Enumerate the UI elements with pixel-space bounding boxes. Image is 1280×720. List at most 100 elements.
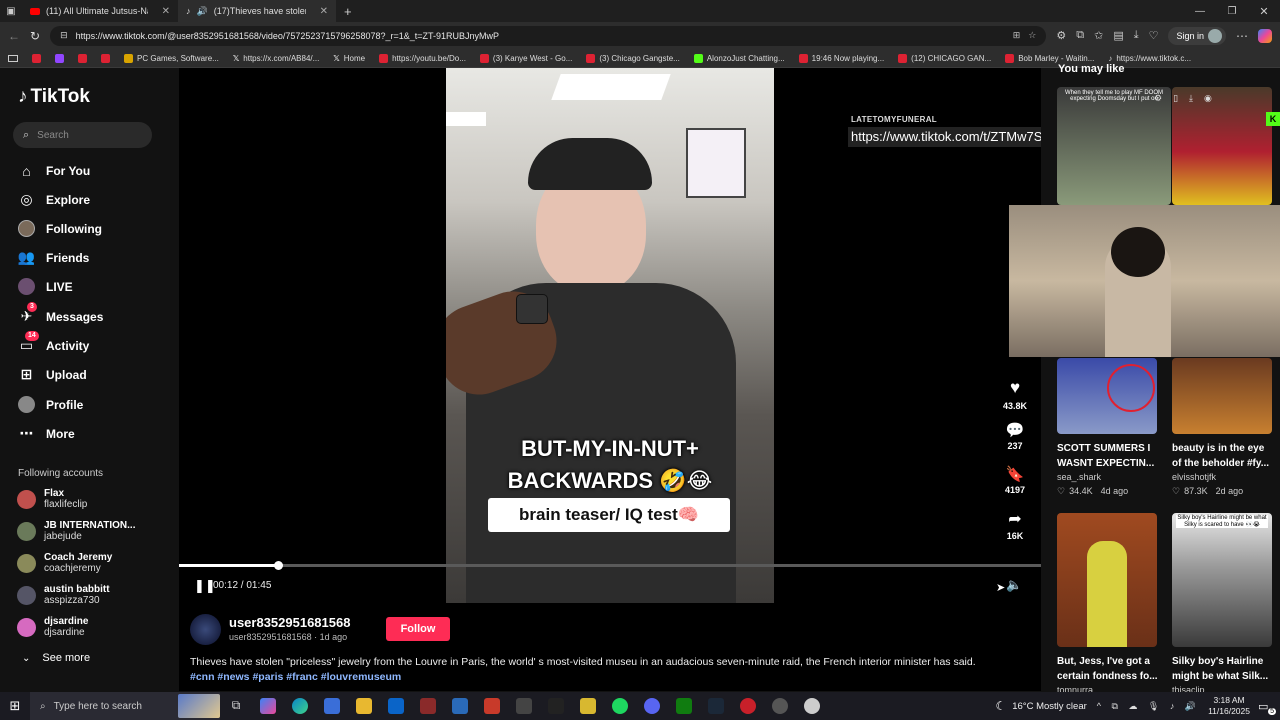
back-icon[interactable]: ← — [8, 29, 20, 43]
author-avatar[interactable] — [190, 614, 221, 645]
record-icon[interactable]: ◉ — [1204, 93, 1212, 104]
performance-icon[interactable]: ♡ — [1149, 29, 1159, 42]
recommended-thumbnail[interactable]: When they tell me to play MF DOOM expect… — [1057, 87, 1171, 205]
account-item[interactable]: Flax flaxlifeclip — [17, 488, 87, 510]
account-item[interactable]: djsardine djsardine — [17, 616, 88, 638]
recommended-author[interactable]: elvisshotjfk — [1172, 472, 1216, 482]
weather-text[interactable]: 16°C Mostly clear — [1012, 701, 1087, 712]
recommended-title[interactable]: Silky boy's Hairline might be what Silk.… — [1172, 654, 1276, 684]
nav-upload[interactable]: ⊞ Upload — [18, 366, 87, 383]
maximize-button[interactable]: ❐ — [1216, 6, 1248, 17]
nav-friends[interactable]: 👥 Friends — [18, 249, 90, 266]
download-icon[interactable]: ⤓ — [1189, 93, 1193, 104]
spotify-icon[interactable] — [612, 698, 628, 714]
author-username[interactable]: user8352951681568 — [229, 615, 350, 630]
speaker-icon[interactable]: 🔊 — [197, 6, 208, 17]
search-input[interactable]: ⌕ Search — [13, 122, 152, 148]
settings-icon[interactable]: ⚙ — [1154, 93, 1162, 104]
phone-icon[interactable]: ▯ — [1173, 93, 1178, 104]
bookmark-item[interactable]: (12) CHICAGO GAN... — [898, 53, 991, 63]
bookmark-item[interactable]: PC Games, Software... — [124, 53, 219, 63]
nav-activity[interactable]: ▭ 14 Activity — [18, 331, 89, 354]
game-app-icon[interactable] — [420, 698, 436, 714]
app-icon[interactable] — [804, 698, 820, 714]
extensions-icon[interactable]: ⚙ — [1056, 29, 1066, 42]
app-icon[interactable] — [548, 698, 564, 714]
bookmark-item[interactable]: https://youtu.be/Do... — [379, 53, 466, 63]
bookmark-button[interactable]: 🔖 4197 — [995, 465, 1035, 495]
youtube-bookmark-icon[interactable] — [32, 53, 41, 63]
edge-icon[interactable] — [292, 698, 308, 714]
recommended-title[interactable]: But, Jess, I've got a certain fondness f… — [1057, 654, 1161, 684]
bookmark-item[interactable]: 19:46 Now playing... — [798, 53, 884, 63]
copilot-icon[interactable] — [1258, 28, 1272, 43]
twitch-bookmark-icon[interactable] — [55, 53, 64, 63]
nav-explore[interactable]: ◎ Explore — [18, 191, 90, 208]
youtube-bookmark-icon[interactable] — [101, 53, 110, 63]
tab-actions-icon[interactable]: ▣ — [0, 0, 22, 22]
task-view-icon[interactable]: ⧉ — [228, 698, 244, 714]
copilot-icon[interactable] — [260, 698, 276, 714]
windows-start-icon[interactable]: ⊞ — [0, 698, 30, 714]
nav-live[interactable]: LIVE — [18, 278, 73, 295]
file-explorer-icon[interactable] — [356, 698, 372, 714]
app-icon[interactable] — [484, 698, 500, 714]
nav-following[interactable]: Following — [18, 220, 102, 237]
sign-in-button[interactable]: Sign in — [1168, 26, 1226, 45]
outlook-icon[interactable] — [388, 698, 404, 714]
volume-icon[interactable]: 🔈 — [1006, 577, 1022, 593]
discord-icon[interactable] — [644, 698, 660, 714]
account-item[interactable]: austin babbitt asspizza730 — [17, 584, 110, 606]
app-icon[interactable] — [516, 698, 532, 714]
bookmark-folder-icon[interactable] — [8, 54, 18, 62]
steam-icon[interactable] — [708, 698, 724, 714]
bookmark-item[interactable]: (3) Kanye West - Go... — [479, 53, 572, 63]
bookmark-item[interactable]: ♪ https://www.tiktok.c... — [1108, 54, 1191, 63]
progress-track[interactable] — [179, 564, 1041, 567]
like-button[interactable]: ♥ 43.8K — [995, 378, 1035, 411]
close-window-button[interactable]: ✕ — [1248, 5, 1280, 18]
bookmark-item[interactable]: 𝕏https://x.com/AB84/... — [233, 54, 319, 63]
recommended-thumbnail[interactable] — [1172, 87, 1272, 205]
close-tab-icon[interactable]: ✕ — [320, 6, 328, 17]
recommended-thumbnail[interactable]: Silky boy's Hairline might be what Silky… — [1172, 513, 1272, 647]
post-hashtags[interactable]: #cnn #news #paris #franc #louvremuseum — [190, 671, 401, 683]
nav-profile[interactable]: Profile — [18, 396, 83, 413]
app-icon[interactable] — [772, 698, 788, 714]
bookmark-item[interactable]: 𝕏 Home — [333, 54, 365, 63]
account-item[interactable]: Coach Jeremy coachjeremy — [17, 552, 112, 574]
tab-naruto[interactable]: (11) All Ultimate Jutsus-Naruto U ✕ — [22, 0, 178, 22]
notification-icon[interactable]: ▭ 5 — [1258, 700, 1276, 715]
app-icon[interactable] — [580, 698, 596, 714]
recommended-thumbnail[interactable] — [1057, 513, 1157, 647]
close-tab-icon[interactable]: ✕ — [162, 6, 170, 17]
video-player-area[interactable]: BUT-MY-IN-NUT+ BACKWARDS 🤣😂 brain teaser… — [179, 68, 1080, 691]
store-icon[interactable] — [324, 698, 340, 714]
nav-for-you[interactable]: ⌂ For You — [18, 162, 90, 179]
refresh-icon[interactable]: ↻ — [30, 29, 40, 43]
collections-icon[interactable]: ▤ — [1113, 29, 1123, 42]
more-options-icon[interactable]: ⋯ — [1236, 29, 1248, 43]
clock[interactable]: 3:18 AM 11/16/2025 — [1208, 695, 1250, 717]
follow-button[interactable]: Follow — [386, 617, 450, 641]
see-more-button[interactable]: ⌄ See more — [22, 652, 90, 664]
video-frame[interactable]: BUT-MY-IN-NUT+ BACKWARDS 🤣😂 brain teaser… — [446, 68, 774, 603]
tab-tiktok[interactable]: ♪ 🔊 (17)Thieves have stolen "pric ✕ — [178, 0, 336, 22]
downloads-icon[interactable]: ⤓ — [1134, 29, 1139, 42]
comment-button[interactable]: 💬 237 — [995, 421, 1035, 451]
tray-icons[interactable]: ^ ⧉ ☁ 🎙 ♪ 🔊 — [1097, 701, 1200, 712]
xbox-icon[interactable] — [676, 698, 692, 714]
minimize-button[interactable]: — — [1184, 6, 1216, 17]
favorite-star-icon[interactable]: ☆ — [1028, 30, 1036, 41]
split-screen-icon[interactable]: ⧉ — [1076, 29, 1084, 42]
nav-more[interactable]: ⋯ More — [18, 425, 75, 442]
new-tab-button[interactable]: + — [344, 4, 352, 19]
progress-handle[interactable] — [273, 561, 283, 570]
site-info-icon[interactable]: ⊟ — [60, 30, 68, 41]
youtube-bookmark-icon[interactable] — [78, 53, 87, 63]
recommended-thumbnail[interactable] — [1172, 358, 1272, 434]
url-field[interactable]: ⊟ https://www.tiktok.com/@user8352951681… — [50, 25, 1047, 46]
account-item[interactable]: JB INTERNATION... jabejude — [17, 520, 135, 542]
favorites-icon[interactable]: ✩ — [1094, 29, 1103, 42]
recommended-thumbnail[interactable] — [1057, 358, 1157, 434]
